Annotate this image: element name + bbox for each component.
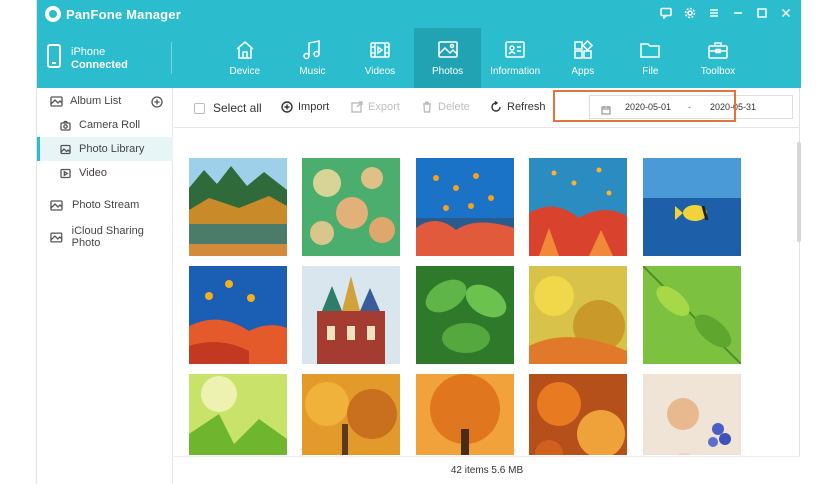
nav-divider xyxy=(171,42,172,74)
photo-thumbnail-coral-reef[interactable] xyxy=(529,158,627,256)
select-all-label: Select all xyxy=(213,101,262,115)
shared-photo-icon xyxy=(50,231,63,243)
folder-icon xyxy=(640,43,661,58)
tab-file-label: File xyxy=(642,66,659,77)
plus-circle-icon xyxy=(281,101,293,113)
maximize-icon[interactable] xyxy=(753,4,771,22)
grid-scrollbar[interactable] xyxy=(797,142,801,242)
nav-tabs: Device Music Videos Photos Information A… xyxy=(211,28,752,88)
photo-thumbnail-tropical-fish[interactable] xyxy=(189,266,287,364)
tab-apps[interactable]: Apps xyxy=(549,28,617,88)
photo-thumbnail-underwater-fish[interactable] xyxy=(643,158,741,256)
tab-device-label: Device xyxy=(229,66,261,77)
album-sidebar: Album List Camera Roll Photo Library Vid… xyxy=(37,88,173,484)
trash-icon xyxy=(423,101,431,113)
photo-thumbnail-green-foliage[interactable] xyxy=(643,266,741,364)
items-summary: 42 items 5.6 MB xyxy=(450,465,524,476)
minimize-icon[interactable] xyxy=(729,4,747,22)
settings-gear-icon[interactable] xyxy=(681,4,699,22)
photo-thumbnail-maple-leaves[interactable] xyxy=(529,374,627,455)
app-window: PanFone Manager iPhone Connected Device … xyxy=(36,0,801,484)
main-nav: iPhone Connected Device Music Videos Pho… xyxy=(37,28,801,88)
status-bar: 42 items 5.6 MB xyxy=(174,456,800,484)
phone-icon xyxy=(47,44,61,68)
music-note-icon xyxy=(303,40,321,60)
tab-photos-label: Photos xyxy=(432,66,464,77)
photo-thumbnail-green-leaves[interactable] xyxy=(416,266,514,364)
menu-icon[interactable] xyxy=(705,4,723,22)
image-icon xyxy=(437,41,458,58)
photo-thumbnail-reef-fish[interactable] xyxy=(416,158,514,256)
export-icon xyxy=(351,101,363,113)
tab-toolbox-label: Toolbox xyxy=(700,66,736,77)
title-bar: PanFone Manager xyxy=(37,0,801,28)
camera-icon xyxy=(60,120,71,131)
checkbox-box[interactable] xyxy=(194,102,205,114)
album-list-label: Album List xyxy=(70,95,122,107)
close-icon[interactable] xyxy=(777,4,795,22)
film-icon xyxy=(370,42,390,58)
photo-thumbnail-girl-flowers[interactable] xyxy=(643,374,741,455)
photo-thumbnail-cathedral[interactable] xyxy=(302,266,400,364)
tab-information[interactable]: Information xyxy=(481,28,549,88)
photo-thumbnail-autumn-leaves[interactable] xyxy=(529,266,627,364)
sidebar-item-label: Photo Stream xyxy=(72,199,140,211)
sidebar-item-camera-roll[interactable]: Camera Roll xyxy=(37,113,173,137)
album-list-header[interactable]: Album List xyxy=(37,89,173,113)
app-title: PanFone Manager xyxy=(66,7,181,22)
date-range-highlight-box xyxy=(553,90,736,122)
apps-grid-icon xyxy=(574,39,593,59)
sidebar-item-photo-stream[interactable]: Photo Stream xyxy=(37,193,173,217)
photo-grid xyxy=(174,129,800,455)
tab-device[interactable]: Device xyxy=(211,28,279,88)
device-connection-status: Connected xyxy=(71,59,128,71)
refresh-label: Refresh xyxy=(507,101,546,113)
sidebar-item-label: Photo Library xyxy=(79,143,145,155)
photo-thumbnail-autumn-forest[interactable] xyxy=(302,374,400,455)
tab-toolbox[interactable]: Toolbox xyxy=(684,28,752,88)
album-icon xyxy=(50,95,63,107)
tab-videos-label: Videos xyxy=(364,66,396,77)
image-icon xyxy=(60,144,71,154)
select-all-checkbox[interactable]: Select all xyxy=(194,101,262,115)
tab-videos[interactable]: Videos xyxy=(346,28,414,88)
import-label: Import xyxy=(298,101,330,113)
add-album-icon[interactable] xyxy=(151,96,163,108)
tab-music[interactable]: Music xyxy=(279,28,347,88)
device-status-panel[interactable]: iPhone Connected xyxy=(37,28,171,88)
sidebar-item-icloud-sharing[interactable]: iCloud Sharing Photo xyxy=(37,225,173,249)
export-button[interactable]: Export xyxy=(351,101,400,113)
sidebar-item-video[interactable]: Video xyxy=(37,161,173,185)
sidebar-item-label: Video xyxy=(79,167,107,179)
delete-label: Delete xyxy=(438,101,470,113)
home-icon xyxy=(236,41,254,59)
delete-button[interactable]: Delete xyxy=(421,101,470,113)
sidebar-item-label: Camera Roll xyxy=(79,119,141,131)
photo-thumbnail-jellyfish[interactable] xyxy=(302,158,400,256)
sidebar-item-label: iCloud Sharing Photo xyxy=(71,225,144,249)
tab-information-label: Information xyxy=(490,66,541,77)
photo-thumbnail-autumn-tree[interactable] xyxy=(416,374,514,455)
refresh-icon xyxy=(491,101,501,112)
toolbox-icon xyxy=(708,42,728,59)
import-button[interactable]: Import xyxy=(281,101,329,113)
device-name: iPhone xyxy=(71,46,106,58)
refresh-button[interactable]: Refresh xyxy=(490,101,546,113)
window-controls xyxy=(657,4,795,22)
app-logo-icon xyxy=(45,6,61,22)
contact-card-icon xyxy=(505,41,525,58)
feedback-icon[interactable] xyxy=(657,4,675,22)
tab-apps-label: Apps xyxy=(571,66,595,77)
play-icon xyxy=(60,168,71,178)
photo-thumbnail-spring-leaves[interactable] xyxy=(189,374,287,455)
tab-file[interactable]: File xyxy=(617,28,685,88)
tab-photos[interactable]: Photos xyxy=(413,28,482,88)
sidebar-item-photo-library[interactable]: Photo Library xyxy=(37,137,173,161)
photo-thumbnail-landscape-lake[interactable] xyxy=(189,158,287,256)
export-label: Export xyxy=(368,101,400,113)
tab-music-label: Music xyxy=(299,66,326,77)
photo-stream-icon xyxy=(50,199,63,211)
